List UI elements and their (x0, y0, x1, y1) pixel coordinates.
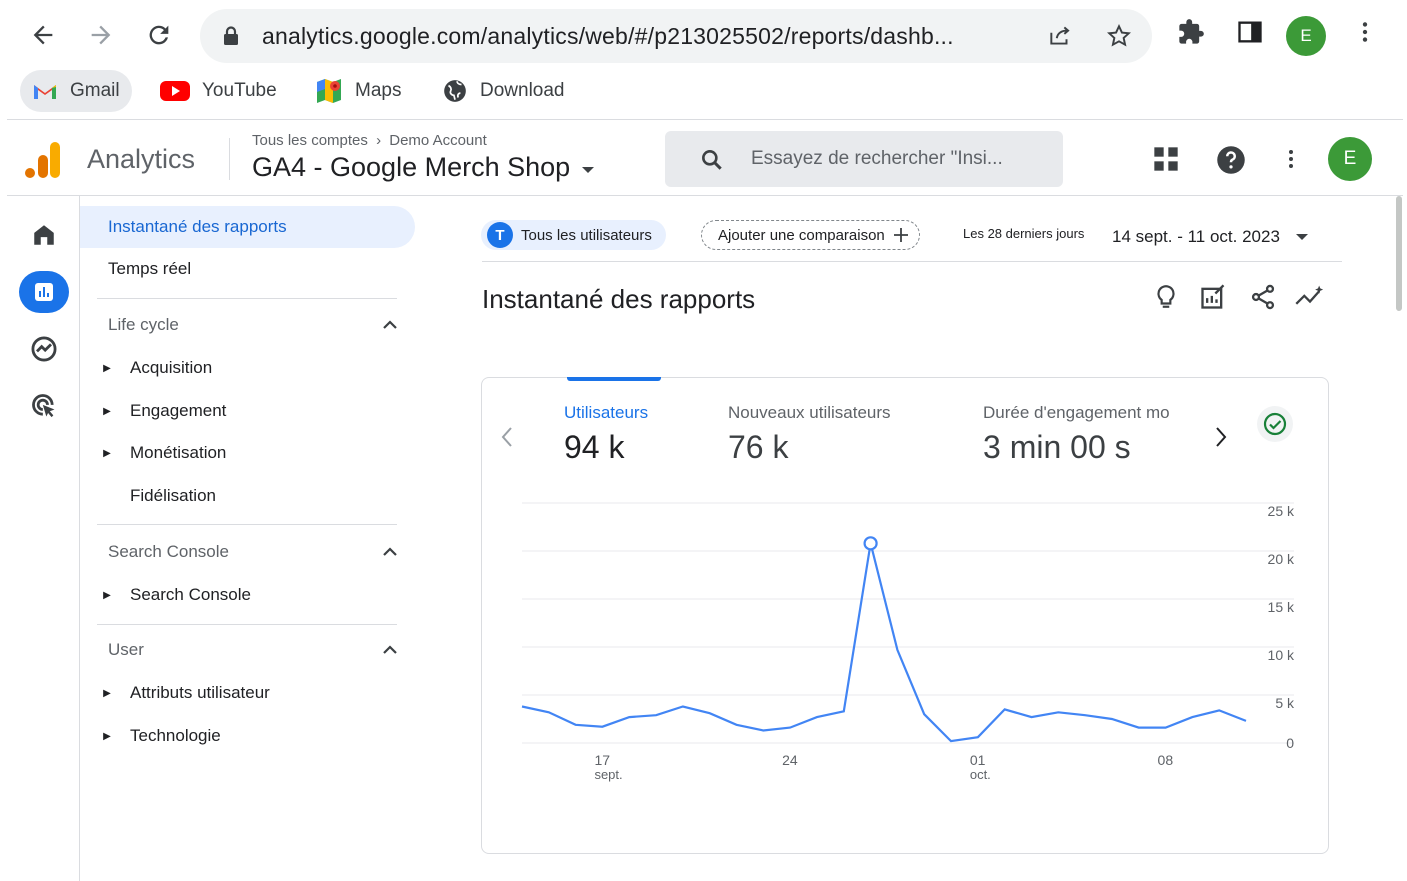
y-tick-label: 20 k (1268, 551, 1295, 567)
x-tick-label: 01 (970, 752, 986, 768)
y-tick-label: 15 k (1268, 599, 1295, 615)
y-tick-label: 0 (1286, 735, 1294, 751)
y-tick-label: 25 k (1268, 503, 1295, 519)
x-tick-sublabel: sept. (594, 767, 622, 782)
y-tick-label: 5 k (1275, 695, 1295, 711)
series-line (521, 543, 1247, 743)
page-scrollbar[interactable] (1396, 196, 1402, 311)
users-line-chart: 0 5 k 10 k 15 k 20 k 25 k 17sept. 24 01oct. 08 (521, 502, 1295, 782)
x-tick-label: 24 (782, 752, 798, 768)
highlighted-data-point[interactable] (863, 536, 878, 551)
x-tick-label: 17 (594, 752, 610, 768)
x-tick-sublabel: oct. (970, 767, 991, 782)
x-tick-label: 08 (1158, 752, 1174, 768)
y-tick-label: 10 k (1268, 647, 1295, 663)
